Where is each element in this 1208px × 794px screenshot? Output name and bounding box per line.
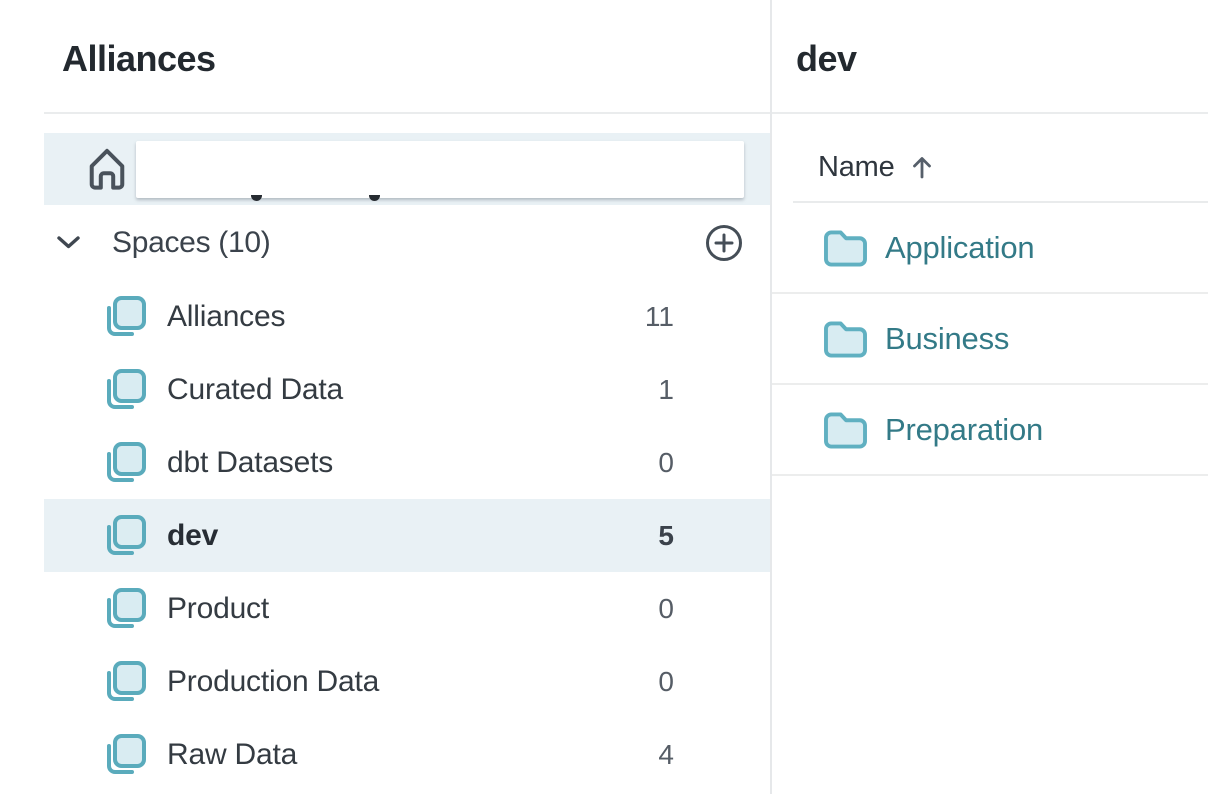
space-name: dbt Datasets — [167, 446, 333, 480]
space-dataset-count: 1 — [658, 374, 674, 406]
hidden-text-descender — [369, 195, 380, 201]
space-icon — [102, 587, 146, 631]
space-name: Production Data — [167, 665, 379, 699]
page-title: dev — [796, 38, 857, 80]
panel-divider — [772, 112, 1208, 114]
sidebar-divider — [44, 112, 770, 114]
folder-icon — [823, 319, 868, 359]
space-name: Alliances — [167, 300, 285, 334]
space-item-dbt-datasets[interactable]: dbt Datasets 0 — [0, 426, 770, 499]
space-name: dev — [167, 519, 218, 553]
folder-row-preparation[interactable]: Preparation — [772, 385, 1208, 476]
space-item-raw-data[interactable]: Raw Data 4 — [0, 718, 770, 791]
folder-link[interactable]: Business — [885, 321, 1009, 357]
space-item-dev-selected[interactable]: dev 5 — [0, 499, 770, 572]
spaces-section-label: Spaces (10) — [112, 226, 270, 260]
space-item-product[interactable]: Product 0 — [0, 572, 770, 645]
space-dataset-count: 0 — [658, 666, 674, 698]
folder-icon — [823, 410, 868, 450]
space-dataset-count: 11 — [645, 301, 674, 333]
sidebar-title: Alliances — [62, 38, 216, 80]
home-row[interactable] — [44, 133, 770, 205]
plus-circle-icon[interactable] — [704, 223, 744, 263]
space-item-curated-data[interactable]: Curated Data 1 — [0, 353, 770, 426]
folder-row-business[interactable]: Business — [772, 294, 1208, 385]
folder-link[interactable]: Preparation — [885, 412, 1043, 448]
space-name: Raw Data — [167, 738, 297, 772]
folder-link[interactable]: Application — [885, 230, 1034, 266]
arrow-up-icon — [910, 154, 934, 180]
space-dataset-count: 4 — [658, 739, 674, 771]
space-dataset-count: 0 — [658, 593, 674, 625]
space-icon — [102, 295, 146, 339]
spaces-list: Alliances 11 Curated Data 1 — [0, 280, 770, 791]
folder-list: Application Business Preparation — [772, 203, 1208, 476]
space-name: Curated Data — [167, 373, 343, 407]
hidden-text-descender — [251, 195, 262, 201]
spaces-sidebar: Alliances Spaces (10) — [0, 0, 772, 794]
space-icon — [102, 368, 146, 412]
space-icon — [102, 514, 146, 558]
space-name: Product — [167, 592, 269, 626]
space-icon — [102, 660, 146, 704]
space-item-alliances[interactable]: Alliances 11 — [0, 280, 770, 353]
name-column-label: Name — [818, 151, 895, 184]
app-window: Alliances Spaces (10) — [0, 0, 1208, 794]
space-icon — [102, 733, 146, 777]
folder-row-application[interactable]: Application — [772, 203, 1208, 294]
space-dataset-count: 5 — [658, 520, 674, 552]
spaces-section-header: Spaces (10) — [0, 205, 770, 280]
space-dataset-count: 0 — [658, 447, 674, 479]
space-content-panel: dev Name Application — [772, 0, 1208, 794]
home-icon — [86, 146, 128, 192]
name-column-header[interactable]: Name — [818, 132, 934, 202]
chevron-down-icon[interactable] — [56, 235, 81, 250]
folder-icon — [823, 228, 868, 268]
space-icon — [102, 441, 146, 485]
space-item-production-data[interactable]: Production Data 0 — [0, 645, 770, 718]
redacted-text-overlay — [136, 141, 744, 198]
